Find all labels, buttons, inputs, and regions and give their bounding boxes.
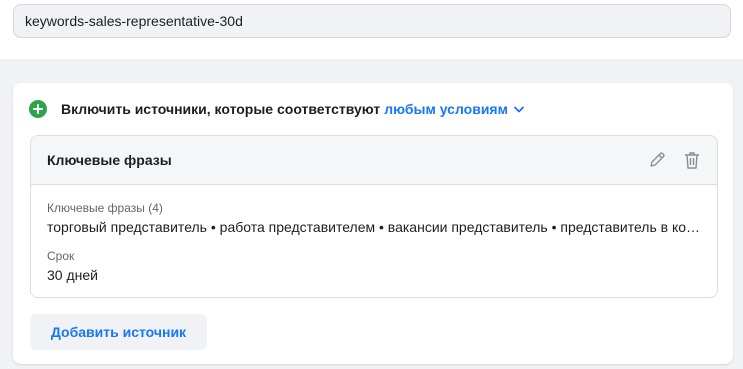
condition-dropdown-label: любым условиям bbox=[384, 101, 508, 117]
source-title: Ключевые фразы bbox=[47, 152, 172, 168]
keyword-source-box: Ключевые фразы Ключевые фразы (4) торгов… bbox=[30, 135, 718, 298]
keywords-label: Ключевые фразы (4) bbox=[47, 201, 163, 215]
plus-circle-icon bbox=[29, 100, 47, 118]
trash-icon[interactable] bbox=[683, 150, 701, 170]
chevron-down-icon bbox=[514, 106, 524, 112]
period-label: Срок bbox=[47, 249, 75, 263]
audience-name-input[interactable]: keywords-sales-representative-30d bbox=[13, 4, 731, 38]
source-header: Ключевые фразы bbox=[31, 136, 717, 185]
sources-card: Включить источники, которые соответствую… bbox=[13, 83, 733, 364]
include-prefix-text: Включить источники, которые соответствую… bbox=[61, 101, 381, 117]
pencil-icon[interactable] bbox=[648, 151, 666, 169]
condition-dropdown[interactable]: любым условиям bbox=[384, 101, 524, 117]
period-value: 30 дней bbox=[47, 267, 98, 283]
include-condition-row: Включить источники, которые соответствую… bbox=[29, 99, 524, 119]
add-source-button[interactable]: Добавить источник bbox=[30, 314, 207, 350]
keywords-value: торговый представитель • работа представ… bbox=[47, 219, 703, 235]
